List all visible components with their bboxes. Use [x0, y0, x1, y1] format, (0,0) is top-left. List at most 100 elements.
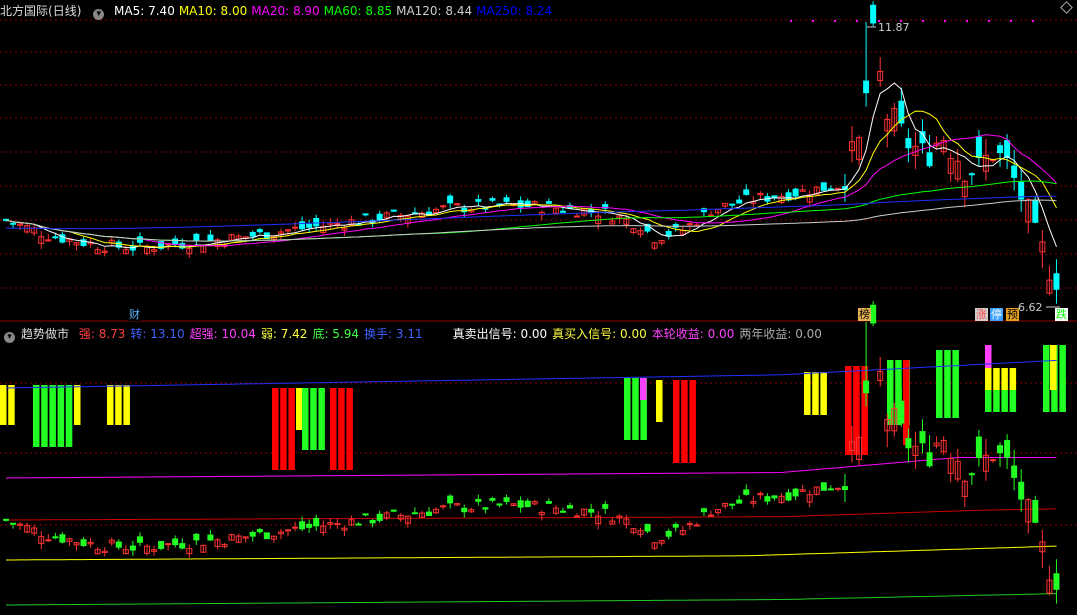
ma20-line: [5, 134, 1057, 247]
ma10-line: [5, 110, 1057, 248]
event-tag-1[interactable]: 榜: [858, 308, 871, 321]
indicator-candle-body: [440, 505, 447, 508]
indicator-candle-body: [256, 529, 263, 533]
indicator-candle-body: [764, 496, 771, 502]
indicator-candle-body: [672, 524, 679, 528]
indicator-candle-body: [524, 500, 531, 508]
indicator-candle-body: [567, 505, 573, 509]
indicator-candle-body: [771, 495, 778, 499]
candle-body: [968, 173, 975, 176]
indicator-bar: [310, 388, 317, 450]
indicator-bar: [632, 378, 639, 440]
indicator-candle-body: [926, 452, 933, 467]
event-tag-4[interactable]: 预: [1006, 308, 1019, 321]
indicator-bar: [1059, 345, 1066, 412]
candle-body: [1032, 200, 1039, 223]
signal-dot: [790, 20, 792, 22]
indicator-bar: [993, 368, 1000, 390]
candle-body: [863, 80, 870, 94]
indicator-candle-body: [736, 499, 743, 504]
indicator-candle-body: [165, 543, 172, 546]
signal-dot: [834, 20, 836, 22]
candle-body: [489, 198, 496, 201]
candle-body: [45, 239, 52, 242]
indicator-candle-body: [990, 459, 996, 462]
indicator-candle-body: [665, 530, 672, 537]
event-tag-0[interactable]: 财: [128, 308, 141, 321]
indicator-bar: [302, 388, 309, 450]
indicator-candle-body: [390, 509, 397, 512]
indicator-candle-body: [299, 521, 306, 530]
indicator-candle-body: [158, 541, 165, 549]
indicator-bar: [318, 388, 325, 450]
indicator-candle-body: [129, 545, 136, 551]
indicator-candle-body: [249, 532, 256, 537]
indicator-candle-body: [80, 539, 87, 547]
indicator-candle-body: [475, 499, 482, 502]
candle-body: [792, 188, 799, 197]
indicator-bar: [41, 385, 48, 447]
signal-dot: [966, 20, 968, 22]
indicator-candle-body: [870, 304, 877, 324]
indicator-candle-body: [45, 539, 52, 542]
bottom-line: [6, 593, 1057, 606]
candle-body: [559, 210, 566, 213]
indicator-bar: [330, 388, 337, 470]
candle-body: [313, 217, 320, 227]
candle-body: [334, 223, 341, 226]
candle-body: [193, 233, 200, 241]
ma60-line: [5, 180, 1057, 242]
indicator-bar: [1001, 368, 1008, 390]
indicator-candle-body: [574, 515, 581, 518]
event-tag-5[interactable]: 跌: [1055, 308, 1068, 321]
indicator-bar: [820, 372, 827, 415]
indicator-candle-body: [792, 488, 799, 497]
indicator-bar: [1043, 345, 1050, 412]
candle-body: [574, 215, 581, 218]
price-chart[interactable]: 11.87 6.62: [0, 0, 1077, 615]
indicator-bar: [1009, 368, 1017, 390]
indicator-bar: [673, 380, 680, 463]
candle-body: [1011, 165, 1018, 178]
indicator-candle-body: [841, 486, 848, 491]
indicator-bar: [640, 378, 647, 400]
indicator-bar: [57, 385, 65, 447]
event-tag-2[interactable]: 涨: [975, 308, 988, 321]
indicator-candle-body: [905, 438, 912, 449]
indicator-candle-body: [968, 473, 975, 476]
candle-body: [926, 152, 933, 167]
candle-body: [870, 4, 877, 24]
indicator-candle-body: [545, 501, 552, 504]
indicator-candle-body: [517, 500, 524, 508]
candle-body: [52, 236, 59, 239]
candle-body: [785, 192, 792, 201]
indicator-candle-body: [115, 541, 122, 548]
indicator-candle-body: [3, 518, 9, 521]
candle-body: [1004, 140, 1011, 158]
indicator-candle-body: [919, 431, 926, 444]
indicator-bar: [49, 385, 56, 447]
indicator-candle-body: [136, 536, 143, 543]
indicator-bar: [8, 385, 15, 425]
indicator-candle-body: [1053, 573, 1060, 590]
indicator-candle-body: [179, 543, 186, 549]
indicator-candle-body: [482, 507, 489, 510]
candle-body: [820, 182, 827, 191]
candle-body: [905, 138, 912, 149]
indicator-candle-body: [376, 513, 383, 521]
indicator-candle-body: [59, 534, 66, 543]
indicator-candle-body: [306, 523, 313, 528]
indicator-candle-body: [708, 514, 714, 517]
indicator-candle-body: [644, 523, 651, 532]
ma120-line: [5, 199, 1057, 242]
signal-dot: [856, 20, 858, 22]
indicator-bar: [123, 385, 130, 425]
indicator-candle-body: [52, 536, 59, 539]
event-tag-3[interactable]: 停: [990, 308, 1003, 321]
candle-body: [292, 226, 299, 229]
indicator-bar: [1009, 390, 1017, 412]
indicator-bar: [338, 388, 345, 470]
super-strong-line: [5, 457, 1057, 479]
indicator-candle-body: [729, 503, 736, 506]
indicator-bar: [33, 385, 40, 447]
